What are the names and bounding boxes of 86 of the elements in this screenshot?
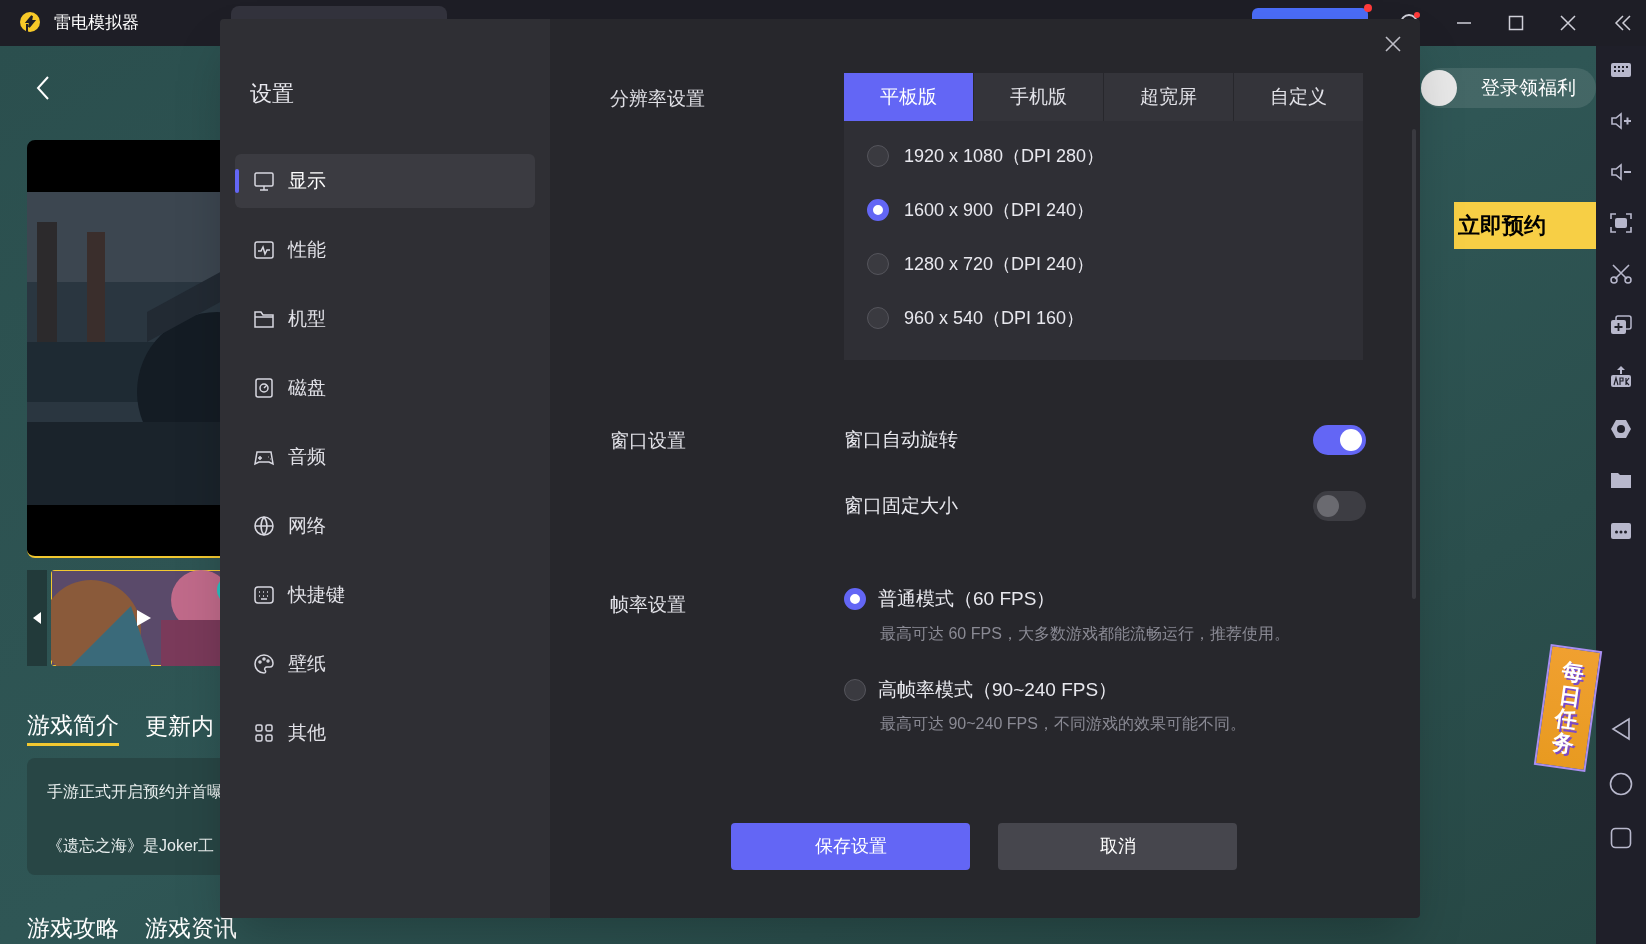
- option-label: 960 x 540（DPI 160）: [904, 306, 1085, 330]
- scissors-icon[interactable]: [1610, 264, 1632, 284]
- logo-icon: [18, 11, 42, 35]
- nav-label: 壁纸: [288, 651, 326, 676]
- add-window-icon[interactable]: [1610, 315, 1632, 335]
- resolution-tab[interactable]: 手机版: [974, 73, 1103, 121]
- cancel-button[interactable]: 取消: [998, 823, 1237, 870]
- app-title: 雷电模拟器: [54, 12, 139, 35]
- radio-button[interactable]: [867, 253, 889, 275]
- grid-icon: [253, 722, 275, 744]
- nav-item[interactable]: 显示: [235, 154, 535, 208]
- folder-icon: [253, 308, 275, 330]
- carousel-prev[interactable]: [27, 570, 47, 666]
- maximize-icon[interactable]: [1508, 15, 1524, 31]
- volume-up-icon[interactable]: [1610, 111, 1632, 131]
- radio-button[interactable]: [844, 588, 866, 611]
- nav-item[interactable]: 机型: [235, 292, 535, 346]
- option-label: 1920 x 1080（DPI 280）: [904, 144, 1105, 168]
- nav-label: 其他: [288, 720, 326, 745]
- selection-indicator: [235, 169, 239, 193]
- option-description: 最高可达 60 FPS，大多数游戏都能流畅运行，推荐使用。: [879, 623, 1290, 644]
- nav-item[interactable]: 网络: [235, 499, 535, 553]
- home-circle-icon[interactable]: [1609, 772, 1633, 796]
- volume-down-icon[interactable]: [1610, 162, 1632, 182]
- radio-button[interactable]: [867, 199, 889, 221]
- hexagon-icon[interactable]: [1610, 419, 1632, 439]
- section-label: 窗口设置: [610, 429, 687, 453]
- content-tab[interactable]: 更新内: [145, 706, 214, 746]
- more-icon[interactable]: [1610, 521, 1632, 541]
- save-settings-button[interactable]: 保存设置: [731, 823, 970, 870]
- option-label: 1280 x 720（DPI 240）: [904, 252, 1095, 276]
- toggle-label: 窗口自动旋转: [844, 427, 958, 452]
- folder-icon[interactable]: [1610, 470, 1632, 490]
- nav-item[interactable]: 音频: [235, 430, 535, 484]
- section-tab[interactable]: 游戏攻略: [27, 915, 119, 941]
- keyboard-icon[interactable]: [1610, 60, 1632, 80]
- radio-button[interactable]: [867, 307, 889, 329]
- section-label: 分辨率设置: [610, 87, 706, 111]
- content-tab[interactable]: 游戏简介: [27, 706, 119, 746]
- toggle-label: 窗口固定大小: [844, 493, 958, 518]
- nav-label: 机型: [288, 306, 326, 331]
- toggle-switch[interactable]: [1313, 491, 1366, 521]
- settings-title: 设置: [250, 80, 295, 108]
- option-label: 普通模式（60 FPS）: [878, 587, 1056, 611]
- collapse-icon[interactable]: [1614, 15, 1632, 31]
- keyboard-icon: [253, 584, 275, 606]
- option-description: 最高可达 90~240 FPS，不同游戏的效果可能不同。: [879, 714, 1247, 734]
- left-arrow-icon: [33, 612, 41, 624]
- nav-label: 快捷键: [288, 582, 345, 607]
- resolution-tab[interactable]: 平板版: [844, 73, 973, 121]
- resolution-tab[interactable]: 超宽屏: [1104, 73, 1233, 121]
- palette-icon: [253, 653, 275, 675]
- toggle-switch[interactable]: [1313, 425, 1366, 455]
- pulse-icon: [253, 239, 275, 261]
- section-tab[interactable]: 游戏资讯: [145, 915, 237, 941]
- play-icon[interactable]: [137, 610, 151, 626]
- monitor-icon: [253, 170, 275, 192]
- recents-square-icon[interactable]: [1610, 827, 1632, 849]
- option-label: 高帧率模式（90~240 FPS）: [878, 677, 1118, 702]
- reserve-button[interactable]: 立即预约: [1454, 202, 1596, 249]
- nav-label: 显示: [288, 168, 326, 193]
- section-label: 帧率设置: [610, 593, 687, 617]
- nav-item[interactable]: 性能: [235, 223, 535, 277]
- intro-text: 《遗忘之海》是Joker工: [47, 836, 216, 856]
- back-triangle-icon[interactable]: [1611, 717, 1631, 741]
- nav-label: 磁盘: [288, 375, 326, 400]
- nav-label: 网络: [288, 513, 326, 538]
- intro-text: 手游正式开启预约并首曝: [47, 782, 224, 802]
- radio-button[interactable]: [867, 145, 889, 167]
- fullscreen-icon[interactable]: [1610, 213, 1632, 233]
- nav-item[interactable]: 磁盘: [235, 361, 535, 415]
- radio-button[interactable]: [844, 678, 866, 701]
- globe-icon: [253, 515, 275, 537]
- nav-label: 性能: [288, 237, 326, 262]
- option-label: 1600 x 900（DPI 240）: [904, 198, 1095, 222]
- close-icon[interactable]: [1385, 36, 1401, 52]
- daily-task-label: 每日任务: [1550, 658, 1586, 758]
- nav-item[interactable]: 快捷键: [235, 568, 535, 622]
- avatar-icon[interactable]: [1421, 70, 1457, 106]
- nav-item[interactable]: 壁纸: [235, 637, 535, 691]
- apk-install-icon[interactable]: [1610, 366, 1632, 388]
- nav-label: 音频: [288, 444, 326, 469]
- back-icon[interactable]: [36, 76, 50, 100]
- nav-item[interactable]: 其他: [235, 706, 535, 760]
- resolution-tab[interactable]: 自定义: [1234, 73, 1363, 121]
- close-icon[interactable]: [1560, 15, 1576, 31]
